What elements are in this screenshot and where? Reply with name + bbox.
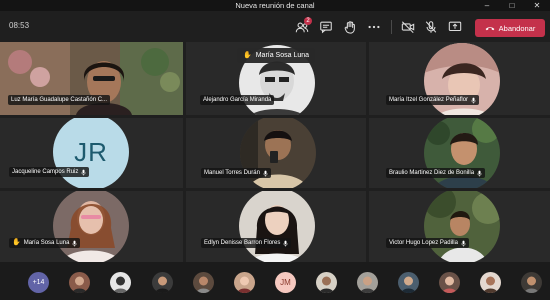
share-icon	[448, 21, 462, 32]
strip-avatar[interactable]	[480, 272, 501, 293]
avatar	[424, 191, 500, 262]
participant-tile[interactable]: Manuel Torres Durán	[186, 118, 366, 188]
avatar	[239, 191, 315, 262]
close-window-button[interactable]: ✕	[528, 0, 546, 11]
participant-name-tag: Luz María Guadalupe Castañón C...	[8, 95, 111, 105]
participant-tile[interactable]: Edlyn Denisse Barron Flores	[186, 191, 366, 262]
strip-avatar[interactable]	[152, 272, 173, 293]
participant-name-tag: Jacqueline Campos Ruiz	[9, 167, 90, 177]
participant-name-tag: María Itzel González Peñaflor	[386, 95, 480, 105]
more-options-button[interactable]	[364, 17, 384, 37]
raise-hand-icon	[344, 21, 355, 34]
chat-icon	[320, 21, 332, 34]
minimize-button[interactable]: –	[478, 0, 496, 11]
raise-hand-icon: ✋	[12, 239, 21, 246]
participant-tile[interactable]: Braulio Martinez Diez de Bonilla	[369, 118, 550, 188]
more-participants-button[interactable]: +14	[28, 272, 49, 293]
participant-tile[interactable]: ✋ María Sosa Luna	[0, 191, 183, 262]
raised-hand-banner: ✋ María Sosa Luna	[237, 48, 316, 63]
mic-off-icon	[425, 21, 437, 33]
participants-badge: 2	[304, 17, 312, 25]
maximize-button[interactable]: □	[503, 0, 521, 11]
share-screen-button[interactable]	[445, 17, 465, 37]
participant-name-tag: ✋ María Sosa Luna	[9, 238, 81, 248]
participant-name-tag: Edlyn Denisse Barron Flores	[201, 238, 292, 248]
leave-label: Abandonar	[498, 23, 536, 33]
camera-off-icon	[401, 21, 415, 34]
mic-icon	[283, 240, 288, 246]
participant-tile[interactable]: Luz María Guadalupe Castañón C...	[0, 42, 183, 115]
chat-button[interactable]	[316, 17, 336, 37]
avatar: JR	[53, 118, 129, 188]
meeting-toolbar: 08:53 2 Abandonar	[0, 11, 550, 42]
mic-toggle-button[interactable]	[421, 17, 441, 37]
strip-avatar[interactable]	[193, 272, 214, 293]
raise-hand-icon: ✋	[243, 52, 252, 59]
strip-avatar[interactable]	[521, 272, 542, 293]
mic-icon	[263, 170, 268, 176]
toolbar-divider	[391, 20, 392, 34]
strip-avatar[interactable]	[110, 272, 131, 293]
strip-avatar[interactable]	[357, 272, 378, 293]
camera-toggle-button[interactable]	[398, 17, 418, 37]
strip-avatar[interactable]	[439, 272, 460, 293]
participant-tile[interactable]: JR Jacqueline Campos Ruiz	[0, 118, 183, 188]
strip-avatar[interactable]	[316, 272, 337, 293]
mic-icon	[81, 169, 86, 175]
leave-button[interactable]: Abandonar	[475, 19, 545, 37]
strip-avatar[interactable]: JM	[275, 272, 296, 293]
strip-avatar[interactable]	[234, 272, 255, 293]
participant-strip: +14 JM	[0, 262, 550, 300]
mic-icon	[461, 240, 466, 246]
phone-icon	[485, 27, 495, 31]
strip-avatar[interactable]	[398, 272, 419, 293]
participant-tile[interactable]: María Itzel González Peñaflor	[369, 42, 550, 115]
more-icon	[368, 25, 380, 29]
avatar	[53, 191, 129, 262]
participant-name-tag: Victor Hugo Lopez Padilla	[386, 238, 469, 248]
participant-name-tag: Alejandro García Miranda	[200, 95, 275, 105]
window-title: Nueva reunión de canal	[235, 1, 315, 10]
mic-icon	[471, 97, 476, 103]
participants-button[interactable]: 2	[292, 17, 312, 37]
participant-tile[interactable]: Victor Hugo Lopez Padilla	[369, 191, 550, 262]
participant-name-tag: Braulio Martinez Diez de Bonilla	[386, 168, 486, 178]
participant-name-tag: Manuel Torres Durán	[201, 168, 271, 178]
raise-hand-button[interactable]	[340, 17, 360, 37]
title-bar: Nueva reunión de canal – □ ✕	[0, 0, 550, 11]
meeting-clock: 08:53	[9, 21, 30, 30]
strip-avatar[interactable]	[69, 272, 90, 293]
mic-icon	[477, 170, 482, 176]
mic-icon	[72, 240, 78, 246]
